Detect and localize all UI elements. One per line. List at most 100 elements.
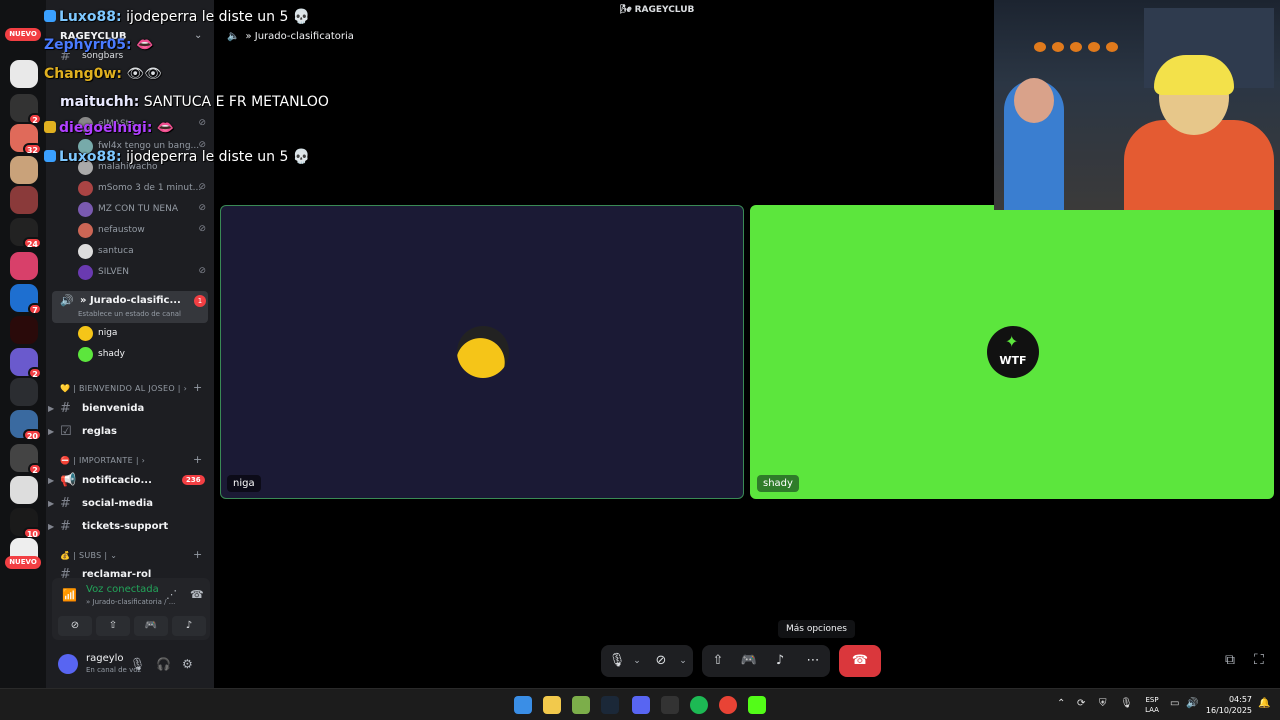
- video-tile-shady[interactable]: ✦ WTF shady: [750, 205, 1274, 499]
- category-header[interactable]: 💰 | SUBS | ⌄: [60, 551, 117, 560]
- category-label: | IMPORTANTE |: [73, 456, 139, 465]
- server-icon[interactable]: [10, 316, 38, 344]
- microphone-button[interactable]: 🎙: [603, 645, 631, 677]
- signal-icon[interactable]: 📶: [62, 588, 77, 602]
- video-tile-niga[interactable]: niga: [220, 205, 744, 499]
- voice-member-niga[interactable]: niga: [78, 325, 208, 343]
- microphone-tray-icon[interactable]: 🎙: [1120, 698, 1133, 709]
- voice-member[interactable]: MZ CON TU NENA ⊘: [78, 201, 208, 219]
- headphones-icon[interactable]: 🎧: [156, 657, 171, 671]
- tile-username: shady: [757, 475, 799, 492]
- popout-icon[interactable]: ⧉: [1225, 652, 1235, 668]
- shield-icon[interactable]: ⛨: [1099, 698, 1107, 709]
- avatar: [78, 223, 93, 238]
- kick-icon[interactable]: [748, 696, 766, 714]
- volume-icon[interactable]: 🔊: [1186, 698, 1198, 709]
- channel-row[interactable]: ▶ 📢 notificacio... 236: [46, 472, 214, 492]
- time: 04:57: [1228, 695, 1252, 704]
- category-header[interactable]: ⛔ | IMPORTANTE | ›: [60, 456, 145, 465]
- disconnect-icon[interactable]: ☎: [190, 588, 204, 601]
- activities-button[interactable]: 🎮: [735, 645, 763, 677]
- server-icon[interactable]: [10, 378, 38, 406]
- voice-location[interactable]: » Jurado-clasificatoria / ...: [86, 598, 175, 606]
- channel-row[interactable]: ▶ ☑ reglas: [46, 423, 214, 443]
- network-icon[interactable]: ▭: [1170, 698, 1179, 709]
- disconnect-button[interactable]: ☎: [839, 645, 881, 677]
- noise-suppression-icon[interactable]: ⋰: [166, 588, 177, 601]
- gear-icon[interactable]: ⚙: [182, 657, 193, 671]
- server-icon[interactable]: [10, 156, 38, 184]
- mic-camera-group: 🎙 ⌄ ⊘ ⌄: [601, 645, 693, 677]
- server-icon[interactable]: 2: [10, 444, 42, 475]
- chat-message: maituchh: SANTUCA E FR METANLOO: [60, 94, 329, 110]
- server-icon[interactable]: 2: [10, 94, 42, 125]
- sub-badge: [44, 150, 56, 162]
- user-panel: rageylo En canal de voz 🎙 🎧 ⚙: [46, 646, 214, 684]
- camera-options-chevron-icon[interactable]: ⌄: [676, 645, 690, 677]
- voice-member[interactable]: santuca: [78, 243, 208, 261]
- more-options-button[interactable]: ⋯: [799, 645, 827, 677]
- windows-start-icon[interactable]: [514, 696, 532, 714]
- spotify-icon[interactable]: [690, 696, 708, 714]
- steam-icon[interactable]: [601, 696, 619, 714]
- discord-icon[interactable]: [632, 696, 650, 714]
- rules-icon: ☑: [60, 424, 72, 439]
- add-channel-icon[interactable]: +: [193, 453, 202, 466]
- member-name: nefaustow: [98, 225, 145, 235]
- camera-off-button[interactable]: ⊘: [58, 616, 92, 636]
- minecraft-icon[interactable]: [572, 696, 590, 714]
- clock[interactable]: 04:57 16/10/2025: [1200, 694, 1252, 716]
- server-icon[interactable]: 7: [10, 284, 42, 315]
- channel-row[interactable]: ▶ # tickets-support: [46, 518, 214, 538]
- channel-row[interactable]: # reclamar-rol: [46, 566, 214, 578]
- voice-member-shady[interactable]: shady: [78, 346, 208, 364]
- more-options-tooltip: Más opciones: [778, 620, 855, 638]
- server-icon[interactable]: [10, 186, 38, 214]
- avatar[interactable]: [58, 654, 78, 674]
- chat-message: Luxo88: ijodeperra le diste un 5 💀: [44, 149, 310, 165]
- activities-button[interactable]: 🎮: [134, 616, 168, 636]
- mic-options-chevron-icon[interactable]: ⌄: [630, 645, 644, 677]
- soundboard-button[interactable]: ♪: [766, 645, 794, 677]
- voice-member[interactable]: SILVEN ⊘: [78, 264, 208, 282]
- chat-username: Chang0w:: [44, 66, 122, 82]
- microphone-icon[interactable]: 🎙: [130, 657, 145, 671]
- share-screen-button[interactable]: ⇧: [96, 616, 130, 636]
- soundboard-button[interactable]: ♪: [172, 616, 206, 636]
- camera-off-button[interactable]: ⊘: [647, 645, 675, 677]
- hash-icon: #: [60, 401, 71, 416]
- voice-member[interactable]: mSomo 3 de 1 minut... ⊘: [78, 180, 208, 198]
- server-icon[interactable]: 2: [10, 348, 42, 379]
- server-icon[interactable]: [10, 476, 38, 504]
- server-rail: NUEVO 2 32 24 7 2 20 2 10 NUEVO: [0, 0, 46, 688]
- category-header[interactable]: 💛 | BIENVENIDO AL JOSEO | ›: [60, 384, 187, 393]
- server-icon[interactable]: 10: [10, 508, 42, 539]
- chevron-down-icon[interactable]: ⌄: [194, 30, 202, 41]
- server-icon[interactable]: 32: [10, 124, 42, 155]
- file-explorer-icon[interactable]: [543, 696, 561, 714]
- voice-member[interactable]: nefaustow ⊘: [78, 222, 208, 240]
- member-name: shady: [98, 349, 125, 359]
- notifications-icon[interactable]: 🔔: [1258, 698, 1270, 709]
- server-icon[interactable]: [10, 252, 38, 280]
- add-channel-icon[interactable]: +: [193, 381, 202, 394]
- decoration: [1034, 42, 1046, 52]
- share-screen-button[interactable]: ⇧: [704, 645, 732, 677]
- channel-row[interactable]: ▶ # social-media: [46, 495, 214, 515]
- server-icon[interactable]: 24: [10, 218, 42, 249]
- tray-chevron-icon[interactable]: ⌃: [1057, 698, 1065, 709]
- language-indicator[interactable]: ESP LAA: [1140, 695, 1164, 715]
- server-icon[interactable]: 20: [10, 410, 42, 441]
- fullscreen-icon[interactable]: ⛶: [1254, 652, 1264, 668]
- obs-icon[interactable]: [661, 696, 679, 714]
- server-icon[interactable]: [10, 60, 38, 88]
- chrome-icon[interactable]: [719, 696, 737, 714]
- channel-header: 🔈 » Jurado-clasificatoria: [227, 31, 354, 42]
- channel-row[interactable]: ▶ # bienvenida: [46, 400, 214, 420]
- username[interactable]: rageylo: [86, 653, 124, 664]
- sync-icon[interactable]: ⟳: [1077, 698, 1085, 709]
- channel-status[interactable]: Establece un estado de canal: [78, 310, 181, 318]
- active-voice-channel[interactable]: 🔊 » Jurado-clasific... Establece un esta…: [52, 291, 208, 323]
- add-channel-icon[interactable]: +: [193, 548, 202, 561]
- mention-badge: 24: [22, 237, 42, 249]
